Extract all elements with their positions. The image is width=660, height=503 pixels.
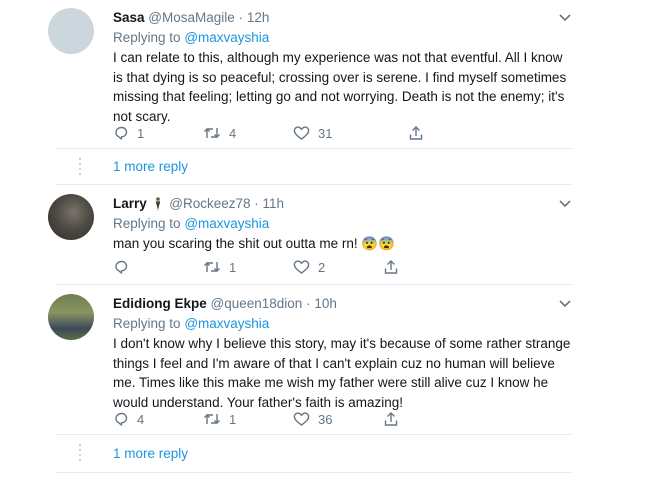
retweet-icon (204, 262, 220, 272)
mention-link[interactable]: @maxvayshia (184, 30, 269, 45)
retweet-icon (204, 128, 220, 138)
tweet-larry[interactable]: Larry 🕴 @Rockeez78 · 11h Replying to @ma… (48, 194, 572, 280)
like-count: 2 (318, 259, 326, 275)
user-name[interactable]: Edidiong Ekpe (113, 296, 207, 311)
separator: · (254, 196, 259, 211)
user-handle[interactable]: @MosaMagile (148, 10, 234, 25)
replying-to: Replying to @maxvayshia (113, 214, 572, 234)
chevron-down-icon[interactable] (558, 196, 572, 210)
separator: · (238, 10, 244, 25)
separator: · (306, 296, 311, 311)
replying-to-label: Replying to (113, 30, 181, 45)
timestamp[interactable]: 12h (247, 10, 270, 25)
tweet-text: I don't know why I believe this story, m… (113, 336, 571, 410)
retweet-button[interactable]: 1 (203, 410, 236, 428)
retweet-button[interactable]: 1 (203, 258, 236, 276)
replying-to-label: Replying to (113, 316, 181, 331)
avatar[interactable] (48, 294, 94, 340)
mention-link[interactable]: @maxvayshia (184, 216, 269, 231)
user-handle[interactable]: @Rockeez78 (169, 196, 250, 211)
divider (56, 434, 572, 435)
more-replies-link[interactable]: 1 more reply (113, 446, 188, 461)
tweet-text: I can relate to this, although my experi… (113, 50, 567, 124)
like-icon (293, 126, 310, 140)
retweet-button[interactable]: 4 (203, 124, 236, 142)
avatar[interactable] (48, 194, 94, 240)
reply-button[interactable]: 1 (113, 124, 144, 142)
tweet-edidiong[interactable]: Edidiong Ekpe @queen18dion · 10h Replyin… (48, 294, 572, 432)
divider (56, 472, 572, 473)
replying-to-label: Replying to (113, 216, 181, 231)
replying-to: Replying to @maxvayshia (113, 314, 572, 334)
chevron-down-icon[interactable] (558, 10, 572, 24)
reply-icon (115, 260, 128, 274)
tweet-emojis: 😨😨 (361, 236, 396, 251)
retweet-count: 4 (229, 125, 237, 141)
divider (56, 148, 572, 149)
like-icon (293, 260, 310, 274)
reply-count: 1 (137, 125, 145, 141)
timestamp[interactable]: 11h (263, 196, 285, 211)
tweet-actions: 4 1 36 (113, 410, 433, 428)
share-icon (409, 126, 423, 140)
like-button[interactable]: 31 (293, 124, 332, 142)
chevron-down-icon[interactable] (558, 296, 572, 310)
share-button[interactable] (383, 410, 399, 428)
tweet-header: Edidiong Ekpe @queen18dion · 10h (113, 294, 572, 314)
tweet-header: Sasa @MosaMagile · 12h (113, 8, 572, 28)
like-count: 31 (318, 125, 333, 141)
reply-count: 4 (137, 411, 145, 427)
share-button[interactable] (408, 124, 424, 142)
name-emoji: 🕴 (150, 197, 166, 211)
tweet-sasa[interactable]: Sasa @MosaMagile · 12h Replying to @maxv… (48, 8, 572, 148)
like-button[interactable]: 36 (293, 410, 332, 428)
reply-button[interactable] (113, 258, 137, 276)
user-name[interactable]: Sasa (113, 10, 145, 25)
mention-link[interactable]: @maxvayshia (184, 316, 269, 331)
retweet-count: 1 (229, 259, 237, 275)
share-button[interactable] (383, 258, 399, 276)
thread-dots (78, 158, 82, 178)
divider (56, 284, 572, 285)
tweet-text-wrap: man you scaring the shit out outta me rn… (113, 234, 572, 254)
retweet-icon (204, 414, 220, 424)
retweet-count: 1 (229, 411, 237, 427)
replying-to: Replying to @maxvayshia (113, 28, 572, 48)
like-count: 36 (318, 411, 333, 427)
tweet-text: man you scaring the shit out outta me rn… (113, 236, 358, 251)
share-icon (384, 260, 398, 274)
thread-dots (78, 444, 82, 464)
like-icon (293, 412, 310, 426)
divider (56, 184, 572, 185)
tweet-header: Larry 🕴 @Rockeez78 · 11h (113, 194, 572, 214)
timestamp[interactable]: 10h (314, 296, 337, 311)
avatar[interactable] (48, 8, 94, 54)
reply-button[interactable]: 4 (113, 410, 144, 428)
like-button[interactable]: 2 (293, 258, 325, 276)
user-handle[interactable]: @queen18dion (211, 296, 303, 311)
share-icon (384, 412, 398, 426)
reply-icon (115, 126, 128, 140)
more-replies-link[interactable]: 1 more reply (113, 159, 188, 174)
tweet-actions: 1 2 (113, 258, 433, 276)
reply-icon (115, 412, 128, 426)
tweet-actions: 1 4 31 (113, 124, 433, 142)
user-name[interactable]: Larry (113, 196, 147, 211)
